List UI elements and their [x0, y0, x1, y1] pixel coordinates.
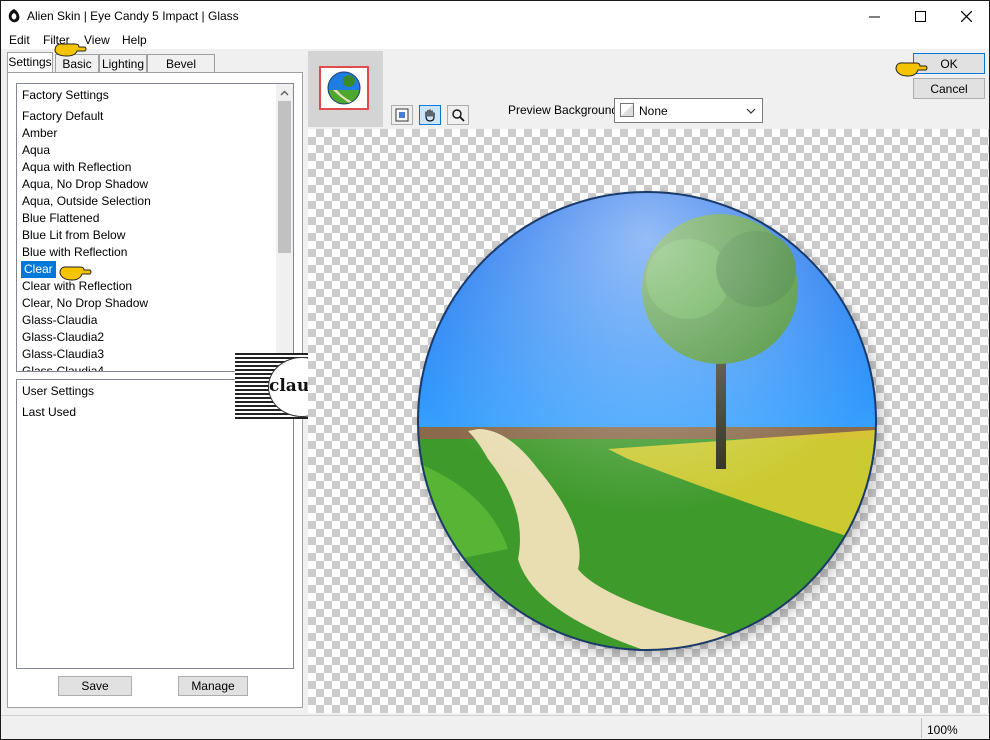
scroll-up-button[interactable] — [276, 84, 293, 101]
factory-settings-header: Factory Settings — [22, 88, 109, 102]
list-item[interactable]: Glass-Claudia4 — [22, 363, 104, 371]
close-button[interactable] — [943, 1, 989, 31]
zoom-tool-icon — [452, 109, 465, 122]
list-item[interactable]: Aqua with Reflection — [22, 159, 131, 176]
list-item[interactable]: Glass-Claudia3 — [22, 346, 104, 363]
list-item[interactable]: Aqua, No Drop Shadow — [22, 176, 148, 193]
preview-background-select[interactable]: None — [614, 98, 763, 123]
navigator-tool-button[interactable] — [391, 105, 413, 125]
user-settings-header: User Settings — [22, 384, 95, 398]
menu-help[interactable]: Help — [122, 33, 147, 47]
factory-settings-list[interactable]: Factory Settings Factory Default Amber A… — [16, 83, 294, 372]
glass-effect-preview — [411, 187, 891, 667]
navigator-thumbnail-frame[interactable] — [319, 66, 369, 110]
status-separator — [921, 718, 922, 738]
tab-lighting[interactable]: Lighting — [99, 54, 147, 72]
swatch-icon — [620, 103, 634, 117]
list-item[interactable]: Last Used — [22, 404, 76, 421]
list-item[interactable]: Amber — [22, 125, 57, 142]
minimize-button[interactable] — [851, 1, 897, 31]
pointing-hand-icon — [54, 43, 87, 57]
save-button[interactable]: Save — [58, 676, 132, 696]
hand-tool-icon — [425, 109, 435, 122]
preview-background-value: None — [639, 104, 668, 118]
navigator-icon — [395, 108, 409, 122]
list-item[interactable]: Aqua — [22, 142, 50, 159]
scroll-thumb[interactable] — [278, 101, 291, 253]
menu-view[interactable]: View — [84, 33, 110, 47]
dropdown-arrow-icon — [746, 108, 756, 114]
maximize-icon — [914, 10, 926, 22]
zoom-level: 100% — [927, 723, 958, 737]
eye-candy-window: Alien Skin | Eye Candy 5 Impact | Glass … — [0, 0, 990, 740]
hand-tool-button[interactable] — [419, 105, 441, 125]
manage-button[interactable]: Manage — [178, 676, 248, 696]
tab-bevel-profile[interactable]: Bevel Profile — [147, 54, 215, 89]
preview-background-label: Preview Background: — [508, 103, 622, 117]
minimize-icon — [868, 16, 880, 17]
pointing-hand-icon — [895, 62, 928, 77]
zoom-tool-button[interactable] — [447, 105, 469, 125]
menu-edit[interactable]: Edit — [9, 33, 30, 47]
menu-bar: Edit Filter View Help — [1, 31, 989, 49]
list-item[interactable]: Blue with Reflection — [22, 244, 127, 261]
scroll-up-icon — [280, 90, 289, 95]
preview-canvas[interactable] — [308, 129, 989, 713]
navigator-thumbnail-box[interactable] — [308, 51, 383, 127]
window-title: Alien Skin | Eye Candy 5 Impact | Glass — [27, 9, 239, 23]
close-icon — [960, 10, 972, 22]
tab-settings[interactable]: Settings — [7, 52, 53, 73]
list-item[interactable]: Glass-Claudia — [22, 312, 97, 329]
status-bar: 100% — [1, 715, 989, 739]
list-scrollbar[interactable] — [276, 84, 293, 371]
thumbnail-image — [327, 71, 361, 105]
user-settings-list[interactable]: User Settings Last Used — [16, 379, 294, 669]
list-item[interactable]: Blue Lit from Below — [22, 227, 125, 244]
app-logo-icon — [8, 9, 20, 23]
pointing-hand-icon — [59, 266, 92, 281]
list-item[interactable]: Aqua, Outside Selection — [22, 193, 151, 210]
list-item-selected[interactable]: Clear — [21, 261, 56, 278]
list-item[interactable]: Factory Default — [22, 108, 103, 125]
cancel-button[interactable]: Cancel — [913, 78, 985, 99]
list-item[interactable]: Blue Flattened — [22, 210, 99, 227]
title-bar: Alien Skin | Eye Candy 5 Impact | Glass — [1, 1, 989, 31]
maximize-button[interactable] — [897, 1, 943, 31]
list-item[interactable]: Glass-Claudia2 — [22, 329, 104, 346]
list-item[interactable]: Clear, No Drop Shadow — [22, 295, 148, 312]
